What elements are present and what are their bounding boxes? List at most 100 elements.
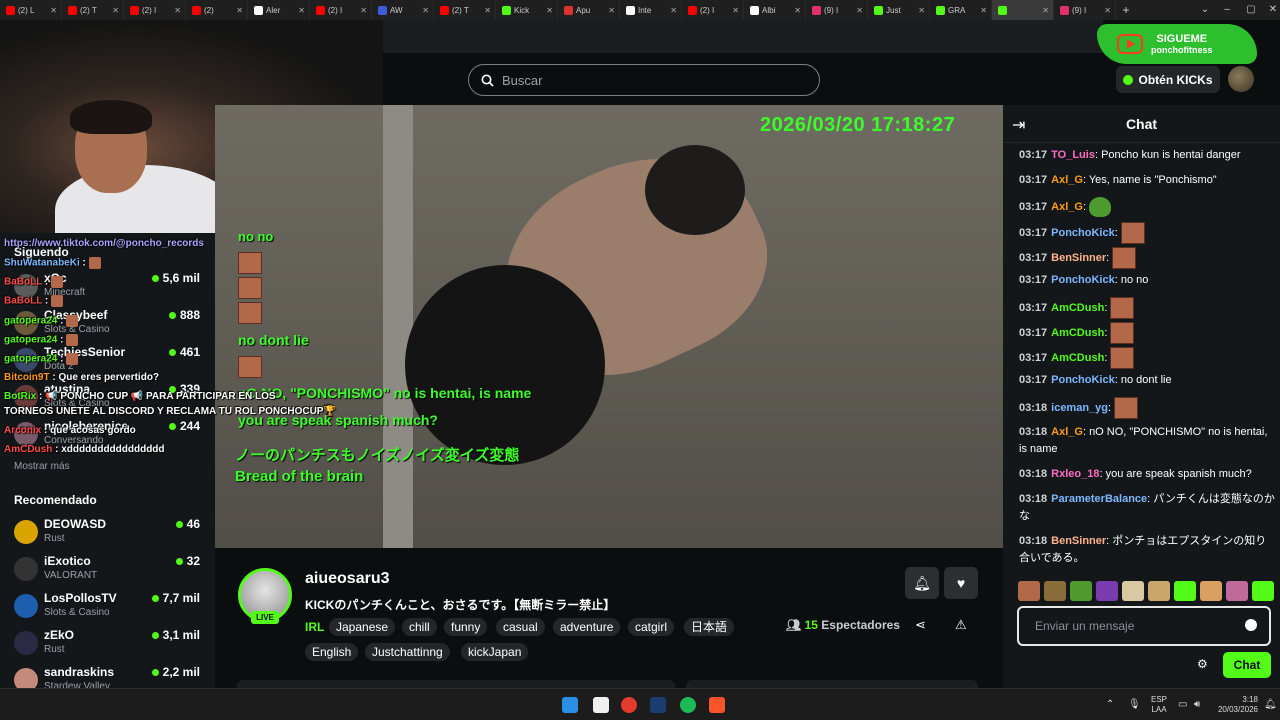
close-tab-icon[interactable]: ✕: [1104, 6, 1111, 15]
emoji-icon[interactable]: [1245, 619, 1257, 631]
browser-tab[interactable]: Aler ✕: [248, 0, 310, 20]
browser-tab[interactable]: ✕: [992, 0, 1054, 20]
stream-tag[interactable]: casual: [496, 618, 545, 636]
browser-tab[interactable]: (9) I ✕: [806, 0, 868, 20]
close-tab-icon[interactable]: ✕: [918, 6, 925, 15]
emote[interactable]: [1174, 581, 1196, 601]
message-user: AmCDush: [1051, 301, 1105, 314]
windows-start-icon[interactable]: [562, 697, 578, 713]
stream-tag[interactable]: English: [305, 643, 359, 661]
message-user: ParameterBalance: [1051, 493, 1148, 505]
new-tab-button[interactable]: +: [1116, 3, 1136, 17]
tray-chevron-icon[interactable]: ⌃: [1106, 699, 1114, 710]
close-tab-icon[interactable]: ✕: [484, 6, 491, 15]
spotify-icon[interactable]: [680, 697, 696, 713]
emote[interactable]: [1122, 581, 1144, 601]
volume-icon[interactable]: 🔊︎: [1194, 699, 1200, 710]
browser-tab[interactable]: (9) I ✕: [1054, 0, 1116, 20]
browser-tab[interactable]: (2) I ✕: [310, 0, 372, 20]
close-tab-icon[interactable]: ✕: [174, 6, 181, 15]
channel-viewers: 46: [175, 517, 200, 531]
browser-tab[interactable]: GRA ✕: [930, 0, 992, 20]
emote-quick-bar[interactable]: [1018, 581, 1274, 603]
close-tab-icon[interactable]: ✕: [112, 6, 119, 15]
close-tab-icon[interactable]: ✕: [670, 6, 677, 15]
browser-tab[interactable]: (2) ✕: [186, 0, 248, 20]
close-tab-icon[interactable]: ✕: [422, 6, 429, 15]
close-tab-icon[interactable]: ✕: [1042, 6, 1049, 15]
message-time: 03:17: [1019, 351, 1048, 364]
emote[interactable]: [1096, 581, 1118, 601]
chat-input[interactable]: Enviar un mensaje: [1017, 606, 1271, 646]
stream-tag[interactable]: Justchattinng: [365, 643, 450, 661]
microphone-icon[interactable]: 🎙︎: [1128, 699, 1141, 710]
tab-label: (2) I: [142, 5, 157, 15]
emote[interactable]: [1200, 581, 1222, 601]
stream-tag[interactable]: chill: [402, 618, 437, 636]
browser-tab[interactable]: (2) T ✕: [62, 0, 124, 20]
stream-tag[interactable]: kickJapan: [461, 643, 529, 661]
emote[interactable]: [1044, 581, 1066, 601]
promo-handle: ponchofitness: [1151, 44, 1213, 55]
close-tab-icon[interactable]: ✕: [608, 6, 615, 15]
category-link[interactable]: IRL: [305, 620, 324, 634]
message-time: 03:18: [1019, 401, 1048, 414]
sidebar-channel[interactable]: iExotico VALORANT 32: [14, 554, 204, 586]
stream-tag[interactable]: adventure: [553, 618, 621, 636]
stream-tag[interactable]: catgirl: [628, 618, 675, 636]
brave-icon[interactable]: [709, 697, 725, 713]
sidebar-channel[interactable]: DEOWASD Rust 46: [14, 517, 204, 549]
share-icon[interactable]: ⋖: [915, 617, 926, 633]
browser-tab[interactable]: Just ✕: [868, 0, 930, 20]
sidebar-channel[interactable]: zEkO Rust 3,1 mil: [14, 628, 204, 660]
stream-tag[interactable]: Japanese: [329, 618, 396, 636]
stream-tag[interactable]: funny: [444, 618, 488, 636]
notification-bell-icon[interactable]: 🔔︎: [1264, 699, 1277, 710]
network-icon[interactable]: ▭: [1178, 699, 1187, 710]
chrome-icon[interactable]: [621, 697, 637, 713]
close-tab-icon[interactable]: ✕: [236, 6, 243, 15]
follow-button[interactable]: ♥: [944, 567, 978, 599]
close-tab-icon[interactable]: ✕: [732, 6, 739, 15]
browser-tab[interactable]: Apu ✕: [558, 0, 620, 20]
emote[interactable]: [1070, 581, 1092, 601]
browser-tab[interactable]: Kick ✕: [496, 0, 558, 20]
browser-tab[interactable]: AW ✕: [372, 0, 434, 20]
browser-tab[interactable]: (2) I ✕: [682, 0, 744, 20]
browser-tab[interactable]: Inte ✕: [620, 0, 682, 20]
notification-button[interactable]: 🔔︎: [905, 567, 939, 599]
emote[interactable]: [1018, 581, 1040, 601]
tab-favicon-icon: [502, 5, 511, 15]
emote[interactable]: [1148, 581, 1170, 601]
chat-settings-icon[interactable]: ⚙: [1197, 657, 1208, 671]
emote[interactable]: [1226, 581, 1248, 601]
notepad-icon[interactable]: [593, 697, 609, 713]
sidebar-channel[interactable]: LosPollosTV Slots & Casino 7,7 mil: [14, 591, 204, 623]
close-tab-icon[interactable]: ✕: [298, 6, 305, 15]
address-bar[interactable]: [383, 20, 1103, 53]
stream-tag[interactable]: 日本語: [684, 618, 735, 636]
close-tab-icon[interactable]: ✕: [980, 6, 987, 15]
streamer-name[interactable]: aiueosaru3: [305, 570, 389, 588]
close-tab-icon[interactable]: ✕: [794, 6, 801, 15]
browser-tab[interactable]: (2) I ✕: [124, 0, 186, 20]
emote[interactable]: [1252, 581, 1274, 601]
browser-tab[interactable]: (2) L ✕: [0, 0, 62, 20]
close-tab-icon[interactable]: ✕: [856, 6, 863, 15]
browser-tab[interactable]: Albi ✕: [744, 0, 806, 20]
close-tab-icon[interactable]: ✕: [50, 6, 57, 15]
message-text: you are speak spanish much?: [1105, 468, 1252, 480]
send-chat-button[interactable]: Chat: [1223, 652, 1271, 678]
language-indicator[interactable]: ESP LAA: [1151, 695, 1167, 715]
browser-tab[interactable]: (2) T ✕: [434, 0, 496, 20]
close-tab-icon[interactable]: ✕: [360, 6, 367, 15]
clock[interactable]: 3:18 20/03/2026: [1214, 695, 1258, 715]
close-window-icon[interactable]: ✕: [1258, 0, 1280, 20]
report-icon[interactable]: ⚠: [955, 617, 967, 633]
steam-icon[interactable]: [650, 697, 666, 713]
show-more-link[interactable]: Mostrar más: [14, 461, 70, 472]
close-tab-icon[interactable]: ✕: [546, 6, 553, 15]
user-avatar[interactable]: [1228, 66, 1254, 92]
search-input[interactable]: Buscar: [468, 64, 820, 96]
get-kicks-button[interactable]: Obtén KICKs: [1116, 66, 1220, 93]
